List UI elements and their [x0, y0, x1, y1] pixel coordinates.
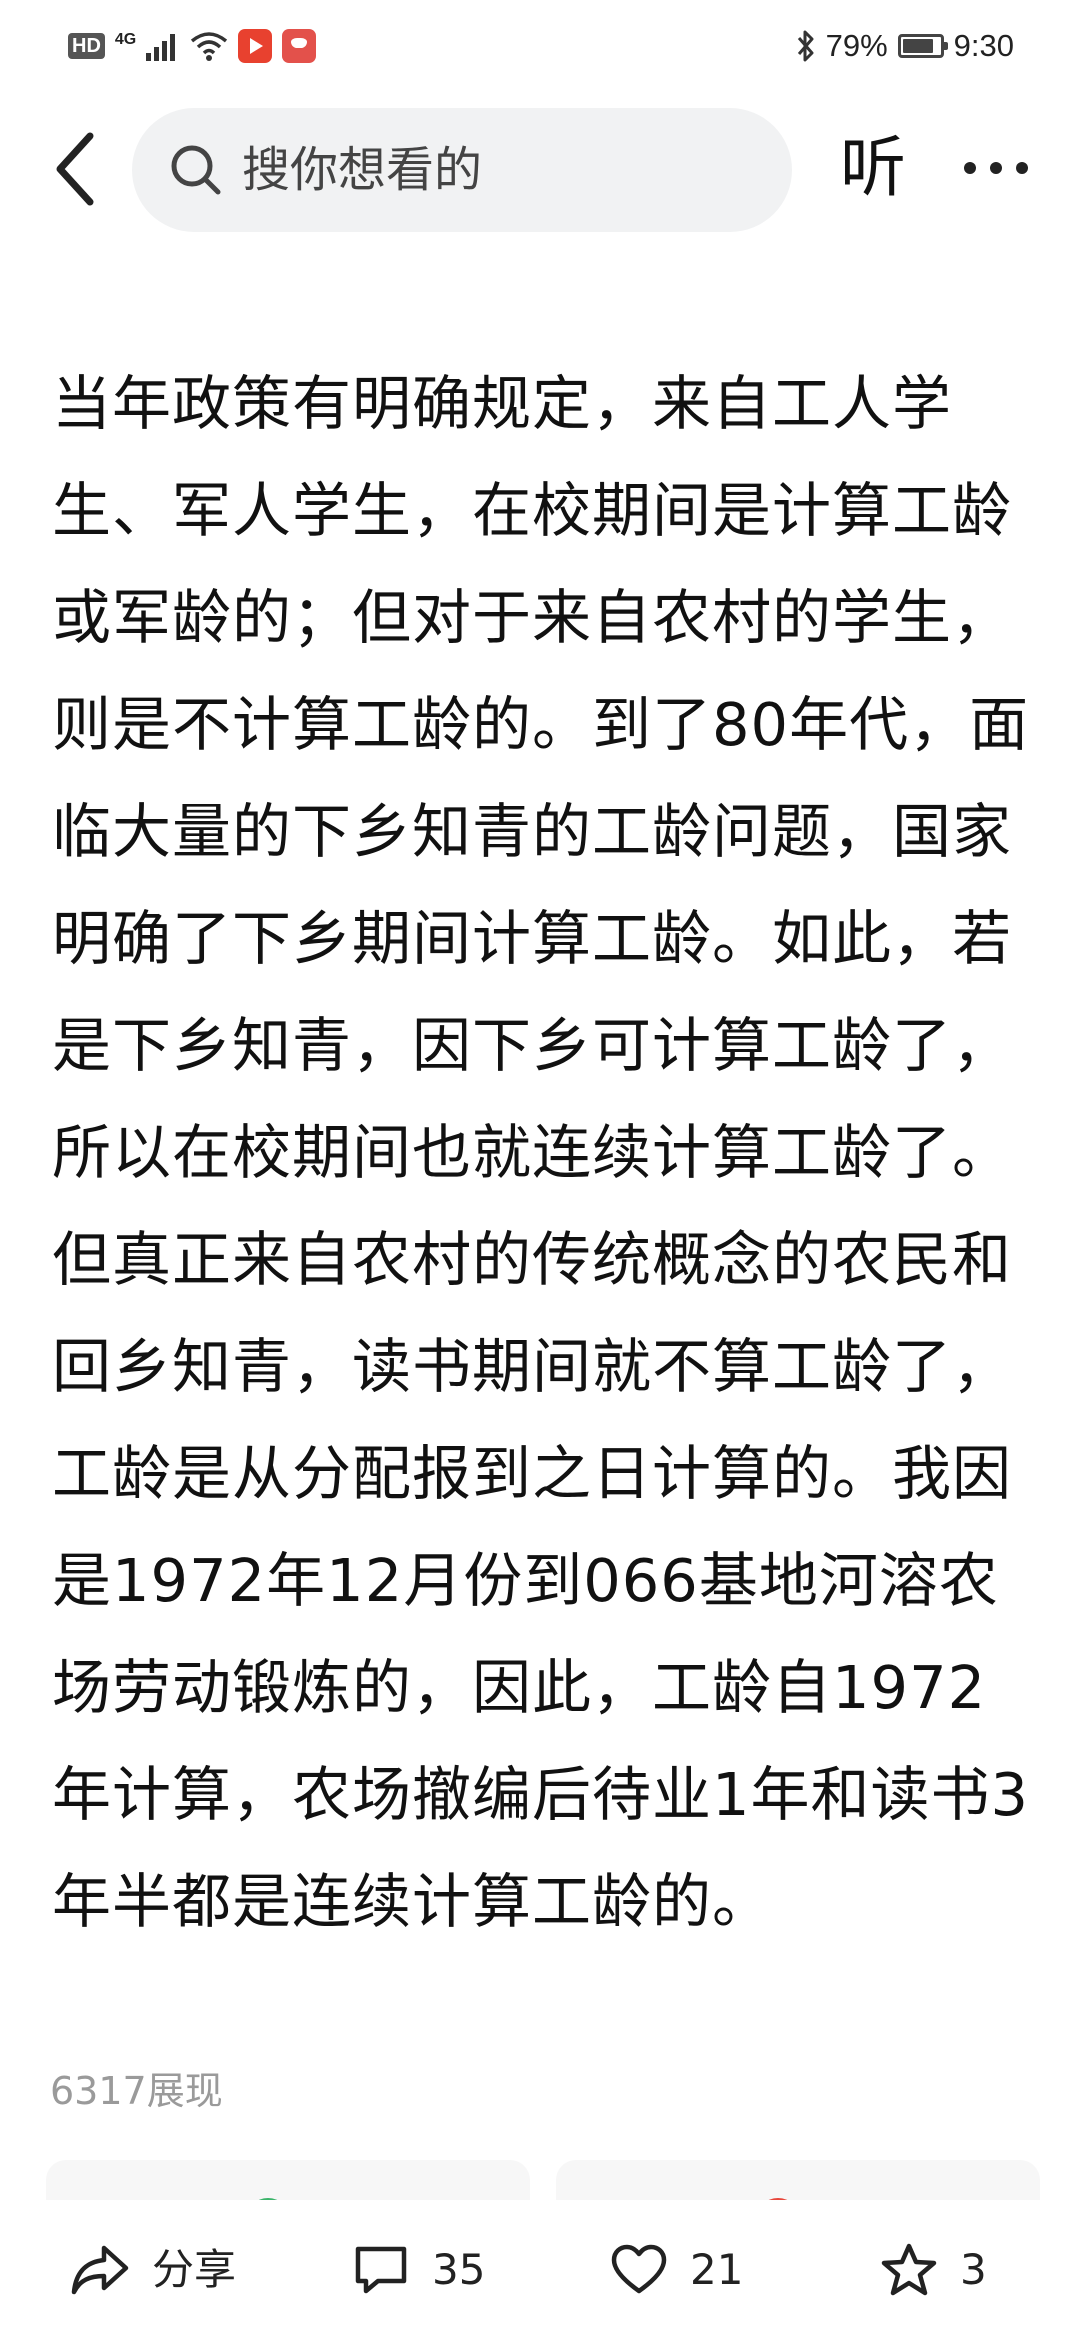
- clock: 9:30: [953, 28, 1014, 63]
- back-arrow-icon: [56, 132, 94, 206]
- share-icon: [71, 2245, 129, 2295]
- video-app-notification-icon: [238, 29, 273, 63]
- bluetooth-icon: [797, 30, 814, 62]
- more-button[interactable]: [960, 140, 1032, 196]
- listen-button[interactable]: 听: [840, 128, 906, 208]
- favorite-count: 3: [960, 2245, 987, 2294]
- search-icon: [171, 145, 221, 195]
- heart-icon: [611, 2244, 667, 2294]
- back-button[interactable]: [46, 126, 106, 212]
- huawei-app-notification-icon: [282, 29, 317, 63]
- signal-icon: [146, 34, 176, 61]
- battery-icon: [897, 34, 948, 58]
- comment-icon: [355, 2246, 407, 2294]
- share-button[interactable]: 分享: [70, 2200, 236, 2340]
- star-icon: [881, 2243, 937, 2296]
- wifi-icon: [191, 32, 228, 61]
- battery-percent: 79%: [825, 28, 888, 63]
- page: HD 4G 79% 9:30 搜你想看的 听 当年政策有明确规定，来自工人学生、…: [0, 0, 1080, 2340]
- status-bar-left: HD 4G: [68, 26, 317, 66]
- view-count: 6317展现: [50, 2069, 223, 2113]
- hd-indicator: HD: [68, 33, 105, 59]
- comment-count: 35: [432, 2245, 486, 2294]
- share-label: 分享: [152, 2245, 237, 2294]
- status-bar-right: 79% 9:30: [796, 24, 1014, 68]
- search-input[interactable]: 搜你想看的: [132, 108, 792, 232]
- top-nav: 搜你想看的 听: [0, 100, 1080, 240]
- status-bar: HD 4G 79% 9:30: [0, 0, 1080, 90]
- comment-button[interactable]: 35: [352, 2200, 485, 2340]
- bottom-action-bar: 分享 35 21 3: [0, 2200, 1080, 2340]
- favorite-button[interactable]: 3: [880, 2200, 987, 2340]
- article-body: 当年政策有明确规定，来自工人学生、军人学生，在校期间是计算工龄或军龄的；但对于来…: [52, 369, 1030, 1936]
- more-dots-icon: [964, 162, 1028, 174]
- network-type: 4G: [114, 31, 137, 48]
- search-placeholder: 搜你想看的: [242, 142, 483, 198]
- like-button[interactable]: 21: [610, 2200, 743, 2340]
- like-count: 21: [690, 2245, 744, 2294]
